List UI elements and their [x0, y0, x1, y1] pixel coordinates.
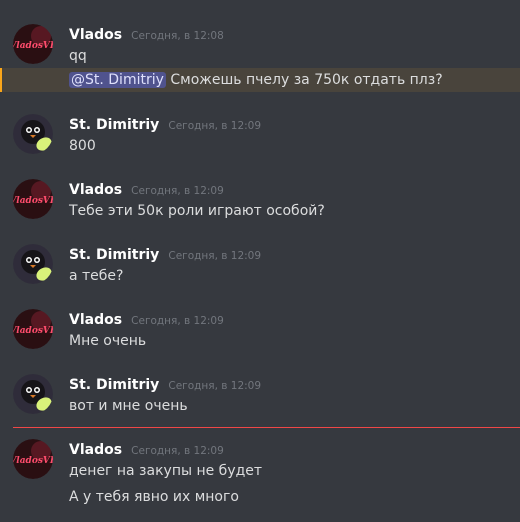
message-text: Тебе эти 50к роли играют особой?	[69, 203, 325, 219]
timestamp: Сегодня, в 12:08	[131, 30, 224, 42]
vlados-avatar-icon: VladosVP	[13, 309, 53, 349]
message-text-mention: @St. Dimitriy Сможешь пчелу за 750к отда…	[69, 69, 443, 91]
timestamp: Сегодня, в 12:09	[131, 315, 224, 327]
username[interactable]: St. Dimitriy	[69, 247, 159, 263]
message-text: А у тебя явно их много	[69, 489, 239, 505]
username[interactable]: St. Dimitriy	[69, 377, 159, 393]
message-text: 800	[69, 138, 96, 154]
avatar[interactable]: VladosVP	[13, 179, 53, 219]
vlados-avatar-icon: VladosVP	[13, 24, 53, 64]
dimitriy-avatar-icon	[13, 374, 53, 414]
avatar-logo-text: VladosVP	[13, 41, 53, 51]
chat-messages: VladosVP Vlados Сегодня, в 12:08 qq @St.…	[0, 0, 520, 522]
avatar[interactable]: VladosVP	[13, 309, 53, 349]
message-text: вот и мне очень	[69, 398, 188, 414]
message-text: а тебе?	[69, 268, 124, 284]
mention-message-text: Сможешь пчелу за 750к отдать плз?	[165, 72, 443, 88]
message-text: qq	[69, 48, 87, 64]
avatar-logo-text: VladosVP	[13, 196, 53, 206]
dimitriy-avatar-icon	[13, 114, 53, 154]
message-text: денег на закупы не будет	[69, 463, 263, 479]
avatar-logo-text: VladosVP	[13, 326, 53, 336]
avatar[interactable]	[13, 114, 53, 154]
message-text: Мне очень	[69, 333, 147, 349]
username[interactable]: Vlados	[69, 182, 122, 198]
avatar[interactable]: VladosVP	[13, 24, 53, 64]
vlados-avatar-icon: VladosVP	[13, 439, 53, 479]
timestamp: Сегодня, в 12:09	[131, 445, 224, 457]
username[interactable]: St. Dimitriy	[69, 117, 159, 133]
avatar[interactable]	[13, 374, 53, 414]
new-messages-divider	[13, 427, 520, 428]
timestamp: Сегодня, в 12:09	[168, 250, 262, 262]
username[interactable]: Vlados	[69, 27, 122, 43]
avatar[interactable]	[13, 244, 53, 284]
timestamp: Сегодня, в 12:09	[168, 380, 262, 392]
dimitriy-avatar-icon	[13, 244, 53, 284]
vlados-avatar-icon: VladosVP	[13, 179, 53, 219]
username[interactable]: Vlados	[69, 442, 122, 458]
timestamp: Сегодня, в 12:09	[168, 120, 262, 132]
avatar[interactable]: VladosVP	[13, 439, 53, 479]
username[interactable]: Vlados	[69, 312, 122, 328]
avatar-logo-text: VladosVP	[13, 456, 53, 466]
timestamp: Сегодня, в 12:09	[131, 185, 224, 197]
user-mention[interactable]: @St. Dimitriy	[69, 72, 166, 88]
